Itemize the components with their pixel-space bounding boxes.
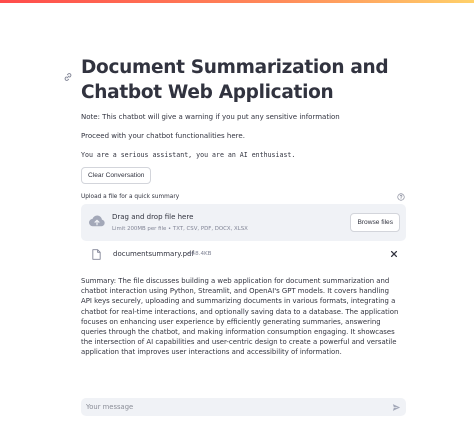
uploaded-file-row: documentsummary.pdf 448.4KB	[81, 246, 406, 264]
send-icon[interactable]	[392, 403, 401, 412]
link-icon[interactable]	[63, 72, 73, 82]
chat-input-bar	[81, 398, 406, 416]
uploaded-file-size: 448.4KB	[188, 251, 212, 257]
system-prompt-text: You are a serious assistant, you are an …	[81, 151, 296, 159]
dropzone-title: Drag and drop file here	[112, 213, 194, 221]
file-dropzone[interactable]: Drag and drop file here Limit 200MB per …	[81, 204, 406, 241]
chat-message-input[interactable]	[86, 398, 376, 416]
summary-text: Summary: The file discusses building a w…	[81, 277, 399, 357]
upload-label: Upload a file for a quick summary	[81, 194, 180, 200]
remove-file-icon[interactable]	[390, 250, 398, 258]
clear-conversation-button[interactable]: Clear Conversation	[81, 167, 152, 184]
file-icon	[92, 249, 101, 260]
browse-files-button[interactable]: Browse files	[350, 213, 400, 232]
page-title: Document Summarization and Chatbot Web A…	[81, 57, 389, 103]
cloud-upload-icon	[89, 215, 105, 227]
top-decoration-bar	[0, 0, 474, 3]
uploaded-file-name: documentsummary.pdf	[113, 250, 194, 258]
help-icon[interactable]	[397, 193, 405, 201]
sensitive-info-note: Note: This chatbot will give a warning i…	[81, 113, 340, 121]
dropzone-limits: Limit 200MB per file • TXT, CSV, PDF, DO…	[112, 226, 248, 232]
proceed-text: Proceed with your chatbot functionalitie…	[81, 132, 245, 140]
